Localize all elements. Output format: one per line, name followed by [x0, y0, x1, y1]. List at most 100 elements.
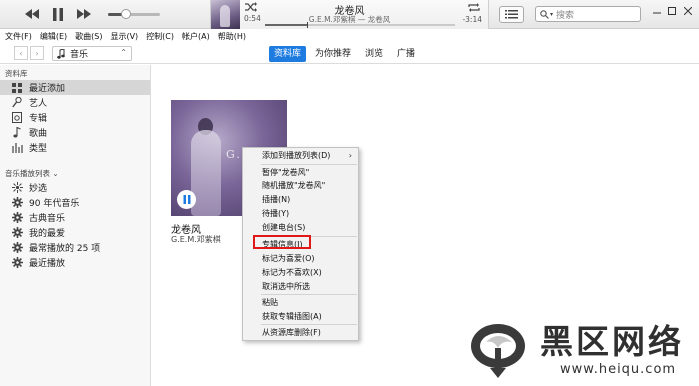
menu-item-label: 添加到播放列表(D)	[262, 151, 331, 160]
menu-item-create-station[interactable]: 创建电台(S)	[243, 221, 358, 234]
chevron-right-icon: ›	[35, 48, 39, 58]
sidebar-item-albums[interactable]: 专辑	[0, 110, 150, 125]
menu-song[interactable]: 歌曲(S)	[75, 31, 102, 42]
repeat-icon[interactable]	[468, 2, 480, 13]
minimize-icon	[653, 12, 661, 14]
sidebar-item-songs[interactable]: 歌曲	[0, 125, 150, 140]
up-next-button[interactable]	[499, 6, 524, 23]
remaining-time: -3:14	[462, 15, 482, 24]
list-icon	[505, 10, 518, 19]
previous-button[interactable]	[24, 7, 40, 21]
next-button[interactable]	[76, 7, 92, 21]
menu-item-paste[interactable]: 粘贴	[243, 296, 358, 309]
sidebar: 资料库 最近添加 艺人 专辑 歌曲 类型 音乐播放列表 ⌄ 妙选 90 年代音乐…	[0, 65, 151, 386]
menu-item-love[interactable]: 标记为喜爱(O)	[243, 252, 358, 265]
menu-item-dislike[interactable]: 标记为不喜欢(X)	[243, 266, 358, 279]
menu-item-delete-from-library[interactable]: 从资源库删除(F)	[243, 326, 358, 339]
progress-fill	[265, 24, 307, 26]
gear-icon	[11, 197, 23, 209]
menu-bar: 文件(F) 编辑(E) 歌曲(S) 显示(V) 控制(C) 帐户(A) 帮助(H…	[0, 29, 699, 43]
search-placeholder: 搜索	[556, 10, 575, 21]
sidebar-item-label: 类型	[29, 144, 48, 154]
sidebar-item-label: 艺人	[29, 99, 48, 109]
chevron-left-icon: ‹	[19, 48, 23, 58]
chevron-updown-icon: ⌃	[120, 48, 127, 57]
recent-grid-icon	[11, 82, 23, 94]
menu-item-pause[interactable]: 暂停"龙卷风"	[243, 166, 358, 179]
gear-icon	[11, 257, 23, 269]
elapsed-time: 0:54	[244, 14, 261, 23]
minimize-button[interactable]	[650, 4, 664, 18]
forward-button[interactable]: ›	[30, 46, 44, 60]
microphone-icon	[11, 97, 23, 109]
gear-icon	[11, 242, 23, 254]
back-button[interactable]: ‹	[14, 46, 28, 60]
menu-item-get-artwork[interactable]: 获取专辑插图(A)	[243, 310, 358, 323]
volume-knob[interactable]	[120, 9, 131, 19]
sidebar-item-label: 专辑	[29, 114, 48, 124]
menu-separator	[261, 164, 357, 165]
search-input[interactable]: ▾ 搜索	[535, 6, 641, 22]
media-type-select[interactable]: 音乐 ⌃	[52, 46, 132, 61]
media-type-label: 音乐	[70, 50, 89, 60]
sidebar-item-label: 最近添加	[29, 84, 66, 94]
playback-progress[interactable]	[265, 22, 455, 28]
tab-browse[interactable]: 浏览	[360, 46, 388, 62]
sidebar-item-playlist-top25[interactable]: 最常播放的 25 项	[0, 240, 150, 255]
sidebar-item-playlist-recently-played[interactable]: 最近播放	[0, 255, 150, 270]
pause-icon	[183, 195, 190, 204]
pause-icon	[53, 7, 63, 21]
album-icon	[11, 112, 23, 124]
menu-item-add-to-playlist[interactable]: 添加到播放列表(D) ›	[243, 149, 358, 162]
sidebar-item-label: 妙选	[29, 184, 48, 194]
sidebar-item-label: 90 年代音乐	[29, 199, 80, 209]
fast-forward-icon	[77, 9, 91, 19]
watermark-logo-icon	[471, 324, 525, 378]
search-icon	[540, 9, 549, 19]
watermark-domain: www.heiqu.com	[560, 362, 677, 377]
menu-file[interactable]: 文件(F)	[5, 31, 32, 42]
menu-view[interactable]: 显示(V)	[110, 31, 138, 42]
rewind-icon	[25, 9, 39, 19]
sidebar-item-playlist-favorites[interactable]: 我的最爱	[0, 225, 150, 240]
genius-icon	[11, 182, 23, 194]
maximize-button[interactable]	[665, 4, 679, 18]
now-playing-display: 龙卷风 G.E.M.邓紫棋 — 龙卷风 0:54 -3:14	[210, 0, 489, 29]
search-scope-chevron-icon[interactable]: ▾	[550, 11, 553, 18]
tab-for-you[interactable]: 为你推荐	[310, 46, 356, 62]
pause-button[interactable]	[50, 7, 66, 21]
watermark-title: 黑区网络	[540, 322, 684, 361]
sidebar-item-recently-added[interactable]: 最近添加	[0, 80, 150, 95]
library-section-header: 资料库	[5, 69, 28, 78]
tab-library[interactable]: 资料库	[269, 46, 307, 62]
close-button[interactable]	[681, 4, 695, 18]
maximize-icon	[668, 7, 676, 15]
sidebar-item-genres[interactable]: 类型	[0, 140, 150, 155]
album-artist[interactable]: G.E.M.邓紫棋	[171, 234, 221, 245]
menu-account[interactable]: 帐户(A)	[182, 31, 210, 42]
menu-controls[interactable]: 控制(C)	[146, 31, 174, 42]
menu-item-play-later[interactable]: 待播(Y)	[243, 207, 358, 220]
gear-icon	[11, 227, 23, 239]
menu-edit[interactable]: 编辑(E)	[40, 31, 67, 42]
sidebar-item-playlist-classical[interactable]: 古典音乐	[0, 210, 150, 225]
menu-separator	[261, 324, 357, 325]
sidebar-item-artists[interactable]: 艺人	[0, 95, 150, 110]
menu-help[interactable]: 帮助(H)	[218, 31, 246, 42]
menu-item-play-next[interactable]: 插播(N)	[243, 193, 358, 206]
library-tabs: 资料库 为你推荐 浏览 广播	[269, 46, 424, 62]
album-pause-button[interactable]	[177, 190, 196, 209]
menu-item-uncheck-selection[interactable]: 取消选中所选	[243, 280, 358, 293]
sidebar-item-genius[interactable]: 妙选	[0, 180, 150, 195]
genre-icon	[11, 142, 23, 154]
volume-slider[interactable]	[108, 9, 160, 19]
menu-item-shuffle[interactable]: 随机播放"龙卷风"	[243, 179, 358, 192]
tab-radio[interactable]: 广播	[392, 46, 420, 62]
player-bar: 龙卷风 G.E.M.邓紫棋 — 龙卷风 0:54 -3:14 ▾ 搜索	[0, 0, 699, 29]
navigation-row: ‹ › 音乐 ⌃ 资料库 为你推荐 浏览 广播	[0, 43, 699, 64]
playlists-section-header[interactable]: 音乐播放列表 ⌄	[5, 168, 59, 179]
sidebar-item-playlist-90s[interactable]: 90 年代音乐	[0, 195, 150, 210]
submenu-arrow-icon: ›	[348, 151, 352, 160]
progress-playhead[interactable]	[306, 22, 308, 28]
close-icon	[684, 7, 692, 15]
